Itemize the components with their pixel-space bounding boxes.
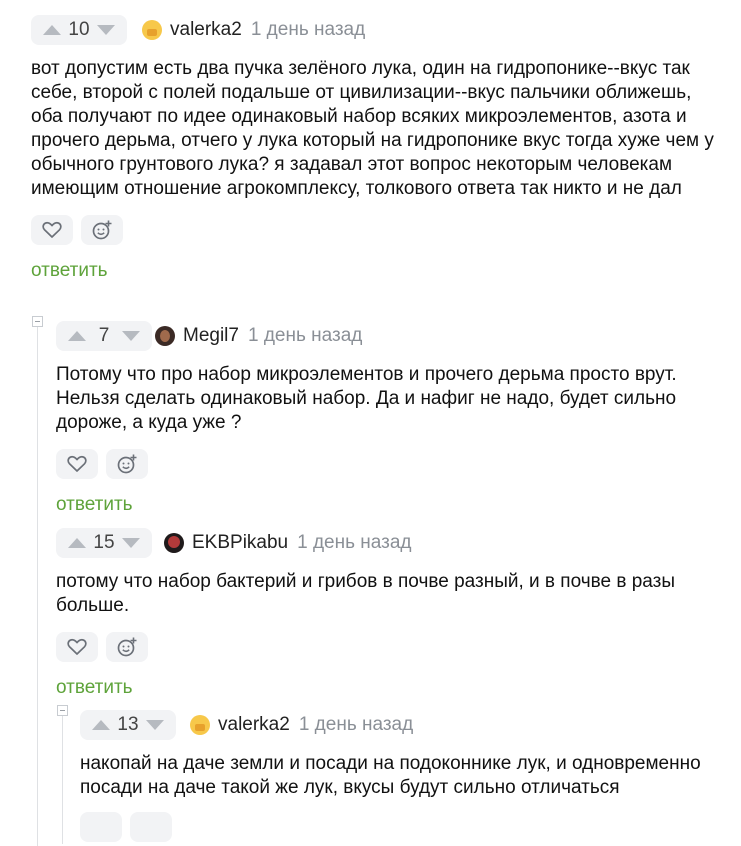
comment-time[interactable]: 1 день назад bbox=[248, 325, 362, 347]
collapse-thread-button[interactable] bbox=[57, 705, 68, 716]
heart-icon bbox=[67, 638, 87, 655]
reaction-button[interactable] bbox=[106, 632, 148, 662]
comment-actions bbox=[31, 215, 721, 245]
thread-line bbox=[62, 714, 63, 844]
comment-actions bbox=[56, 449, 726, 479]
thread-line bbox=[37, 326, 38, 846]
comment-header: 13 valerka2 1 день назад bbox=[80, 710, 730, 740]
collapse-thread-button[interactable] bbox=[32, 316, 43, 327]
heart-icon bbox=[67, 455, 87, 472]
username[interactable]: valerka2 bbox=[218, 714, 290, 736]
reaction-button[interactable] bbox=[81, 215, 123, 245]
comment: 15 EKBPikabu 1 день назад потому что наб… bbox=[56, 528, 726, 699]
arrow-up-icon[interactable] bbox=[68, 331, 86, 341]
arrow-down-icon[interactable] bbox=[96, 25, 115, 35]
comment: 7 Megil7 1 день назад Потому что про наб… bbox=[56, 321, 726, 516]
smile-plus-icon bbox=[117, 454, 137, 474]
comment-header: 7 Megil7 1 день назад bbox=[56, 321, 726, 351]
reply-link[interactable]: ответить bbox=[56, 677, 726, 699]
comment: 13 valerka2 1 день назад накопай на даче… bbox=[80, 710, 730, 842]
vote-control: 7 bbox=[56, 321, 152, 351]
comment-text: накопай на даче земли и посади на подоко… bbox=[80, 753, 701, 798]
comment: 10 valerka2 1 день назад вот допустим ес… bbox=[31, 15, 721, 282]
arrow-up-icon[interactable] bbox=[92, 720, 110, 730]
comment-actions bbox=[80, 812, 730, 842]
avatar[interactable] bbox=[142, 20, 162, 40]
avatar[interactable] bbox=[155, 326, 175, 346]
vote-control: 15 bbox=[56, 528, 152, 558]
reaction-button[interactable] bbox=[106, 449, 148, 479]
comment-time[interactable]: 1 день назад bbox=[297, 532, 411, 554]
vote-count: 15 bbox=[93, 532, 115, 553]
arrow-down-icon[interactable] bbox=[121, 538, 140, 548]
comment-header: 15 EKBPikabu 1 день назад bbox=[56, 528, 726, 558]
smile-plus-icon bbox=[92, 220, 112, 240]
arrow-up-icon[interactable] bbox=[43, 25, 61, 35]
smile-plus-icon bbox=[117, 637, 137, 657]
arrow-down-icon[interactable] bbox=[121, 331, 140, 341]
vote-control: 10 bbox=[31, 15, 127, 45]
comment-text: вот допустим есть два пучка зелёного лук… bbox=[31, 58, 714, 199]
comment-text: Потому что про набор микроэлементов и пр… bbox=[56, 364, 677, 433]
comment-time[interactable]: 1 день назад bbox=[299, 714, 413, 736]
like-button[interactable] bbox=[80, 812, 122, 842]
username[interactable]: EKBPikabu bbox=[192, 532, 288, 554]
avatar[interactable] bbox=[164, 533, 184, 553]
vote-count: 13 bbox=[117, 714, 139, 735]
comment-time[interactable]: 1 день назад bbox=[251, 19, 365, 41]
comment-header: 10 valerka2 1 день назад bbox=[31, 15, 721, 45]
arrow-up-icon[interactable] bbox=[68, 538, 86, 548]
comment-actions bbox=[56, 632, 726, 662]
reaction-button[interactable] bbox=[130, 812, 172, 842]
like-button[interactable] bbox=[56, 632, 98, 662]
reply-link[interactable]: ответить bbox=[56, 494, 726, 516]
like-button[interactable] bbox=[31, 215, 73, 245]
reply-link[interactable]: ответить bbox=[31, 260, 721, 282]
vote-count: 7 bbox=[98, 325, 110, 346]
heart-icon bbox=[42, 221, 62, 238]
comment-text: потому что набор бактерий и грибов в поч… bbox=[56, 571, 676, 616]
vote-control: 13 bbox=[80, 710, 176, 740]
arrow-down-icon[interactable] bbox=[145, 720, 164, 730]
username[interactable]: valerka2 bbox=[170, 19, 242, 41]
like-button[interactable] bbox=[56, 449, 98, 479]
vote-count: 10 bbox=[68, 19, 90, 40]
avatar[interactable] bbox=[190, 715, 210, 735]
username[interactable]: Megil7 bbox=[183, 325, 239, 347]
